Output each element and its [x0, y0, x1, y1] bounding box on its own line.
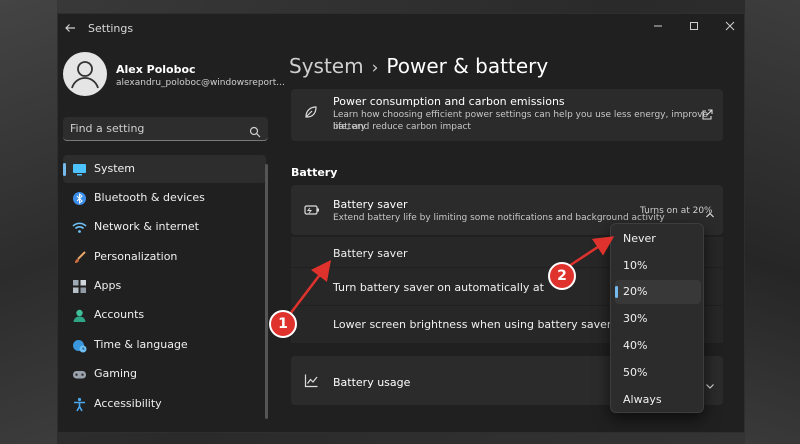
profile-email: alexandru_poloboc@windowsreport... — [116, 78, 285, 88]
sidebar-item-label: System — [94, 162, 136, 175]
card-title: Power consumption and carbon emissions — [333, 95, 565, 108]
battery-saver-icon — [303, 202, 321, 216]
section-heading-battery: Battery — [291, 166, 338, 179]
dropdown-option-20[interactable]: 20% — [615, 280, 701, 304]
status-text: Turns on at 20% — [640, 206, 713, 216]
minimize-button[interactable] — [648, 20, 668, 36]
row-label: Lower screen brightness when using batte… — [333, 318, 612, 331]
option-label: 40% — [623, 339, 648, 352]
option-label: 30% — [623, 312, 648, 325]
back-arrow-icon[interactable] — [64, 22, 78, 36]
chevron-up-icon[interactable] — [705, 205, 715, 218]
card-title: Battery saver — [333, 198, 408, 211]
brush-icon — [72, 250, 87, 265]
dropdown-option-10[interactable]: 10% — [615, 254, 701, 278]
sidebar-item-label: Accounts — [94, 308, 145, 321]
sidebar-item-personalization[interactable]: Personalization — [63, 243, 266, 271]
person-icon — [71, 61, 99, 89]
option-label: Never — [623, 232, 656, 245]
battery-saver-threshold-dropdown[interactable]: Never 10% 20% 30% 40% 50% Always — [610, 223, 704, 413]
sidebar-item-apps[interactable]: Apps — [63, 272, 266, 300]
sidebar-item-label: Time & language — [94, 338, 188, 351]
settings-window: Settings Alex Poloboc alexandru_poloboc@… — [57, 13, 745, 433]
leaf-icon — [303, 104, 319, 120]
page-title: Power & battery — [386, 54, 549, 78]
breadcrumb-separator: › — [371, 58, 379, 78]
option-label: 20% — [623, 285, 648, 298]
annotation-badge-1: 1 — [269, 310, 297, 338]
avatar[interactable] — [63, 52, 107, 96]
dropdown-option-always[interactable]: Always — [615, 388, 701, 412]
breadcrumb: System › Power & battery — [289, 54, 548, 78]
sidebar-item-network[interactable]: Network & internet — [63, 213, 266, 241]
sidebar-item-label: Bluetooth & devices — [94, 191, 205, 204]
chevron-down-icon[interactable] — [705, 376, 715, 389]
maximize-button[interactable] — [684, 20, 704, 36]
sidebar-item-label: Personalization — [94, 250, 178, 263]
sidebar-item-gaming[interactable]: Gaming — [63, 360, 266, 388]
bluetooth-icon — [72, 191, 87, 206]
sidebar-item-label: Network & internet — [94, 220, 199, 233]
search-input[interactable]: Find a setting — [63, 117, 268, 141]
profile-name: Alex Poloboc — [116, 63, 196, 76]
sidebar-item-label: Accessibility — [94, 397, 162, 410]
sidebar-item-bluetooth[interactable]: Bluetooth & devices — [63, 184, 266, 212]
selection-indicator — [615, 286, 618, 298]
breadcrumb-parent[interactable]: System — [289, 54, 364, 78]
gamepad-icon — [72, 367, 87, 382]
chart-icon — [304, 373, 319, 388]
monitor-icon — [72, 162, 87, 177]
card-title: Battery usage — [333, 376, 411, 389]
option-label: Always — [623, 393, 662, 406]
dropdown-option-40[interactable]: 40% — [615, 334, 701, 358]
sidebar-scrollbar[interactable] — [265, 164, 268, 419]
sidebar-item-time-language[interactable]: Time & language — [63, 331, 266, 359]
search-icon[interactable] — [249, 123, 261, 138]
dropdown-option-30[interactable]: 30% — [615, 307, 701, 331]
search-placeholder: Find a setting — [70, 122, 145, 135]
person-icon — [72, 308, 87, 323]
globe-clock-icon — [72, 338, 87, 353]
sidebar-item-system[interactable]: System — [63, 155, 266, 183]
app-title: Settings — [88, 22, 134, 35]
power-consumption-card[interactable]: Power consumption and carbon emissions L… — [291, 89, 723, 141]
sidebar-item-label: Gaming — [94, 367, 137, 380]
dropdown-option-50[interactable]: 50% — [615, 361, 701, 385]
close-button[interactable] — [720, 20, 740, 36]
sidebar-item-accessibility[interactable]: Accessibility — [63, 390, 266, 418]
external-link-icon[interactable] — [701, 106, 713, 120]
sidebar-item-accounts[interactable]: Accounts — [63, 301, 266, 329]
title-bar: Settings — [58, 14, 744, 44]
row-label: Turn battery saver on automatically at — [333, 281, 544, 294]
option-label: 10% — [623, 259, 648, 272]
apps-icon — [72, 279, 87, 294]
option-label: 50% — [623, 366, 648, 379]
sidebar-item-label: Apps — [94, 279, 122, 292]
annotation-badge-2: 2 — [548, 262, 576, 290]
desktop-background-right — [745, 0, 800, 444]
desktop-background-left — [0, 0, 57, 444]
dropdown-option-never[interactable]: Never — [615, 227, 701, 251]
row-label: Battery saver — [333, 247, 408, 260]
accessibility-icon — [72, 397, 87, 412]
card-description-line-2: life, and reduce carbon impact — [333, 122, 471, 132]
wifi-icon — [72, 220, 87, 235]
selection-indicator — [63, 163, 66, 176]
